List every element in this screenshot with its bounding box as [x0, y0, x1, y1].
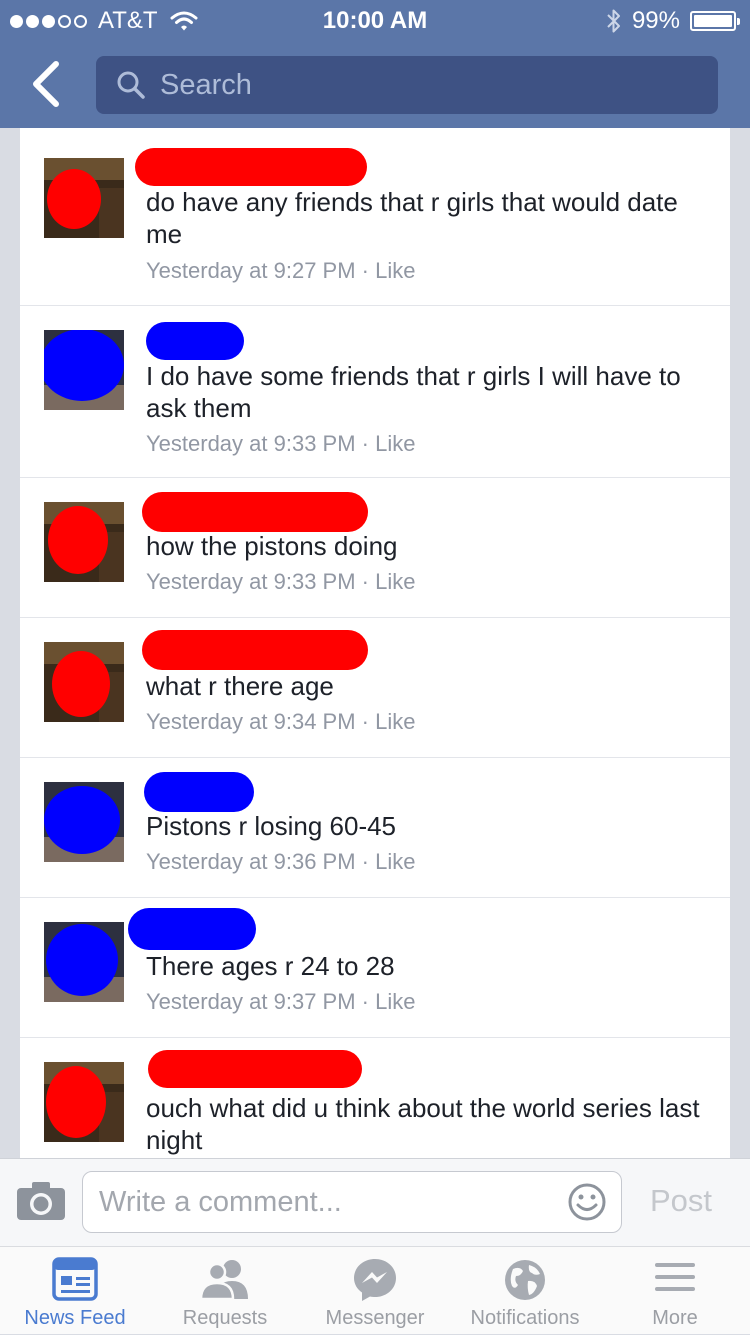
avatar[interactable]: [44, 502, 124, 582]
like-link[interactable]: Like: [375, 849, 415, 874]
redacted-name[interactable]: [142, 492, 368, 532]
comment-item: There ages r 24 to 28 Yesterday at 9:37 …: [20, 897, 730, 1037]
avatar[interactable]: [44, 782, 124, 862]
navigation-row: Search: [0, 40, 750, 128]
battery-icon: [690, 11, 740, 31]
tab-messenger[interactable]: Messenger: [300, 1247, 450, 1335]
redaction-mark: [47, 169, 101, 229]
search-placeholder: Search: [160, 68, 252, 101]
redacted-name[interactable]: [128, 908, 256, 950]
redacted-name[interactable]: [146, 322, 244, 360]
comment-text: ouch what did u think about the world se…: [146, 1093, 700, 1155]
comment-timestamp: Yesterday at 9:37 PM: [146, 989, 356, 1014]
tab-news-feed[interactable]: News Feed: [0, 1247, 150, 1335]
post-button[interactable]: Post: [650, 1183, 712, 1219]
comment-text: do have any friends that r girls that wo…: [146, 187, 678, 249]
tab-label: Requests: [182, 1307, 268, 1329]
avatar[interactable]: [44, 922, 124, 1002]
like-link[interactable]: Like: [375, 989, 415, 1014]
redaction-mark: [44, 786, 120, 854]
tab-label: More: [652, 1307, 698, 1329]
like-link[interactable]: Like: [375, 709, 415, 734]
comment-item: I do have some friends that r girls I wi…: [20, 305, 730, 477]
tab-notifications[interactable]: Notifications: [450, 1247, 600, 1335]
smiley-icon: [568, 1183, 606, 1221]
globe-icon: [505, 1260, 545, 1300]
tab-bar: News Feed Requests Messenger Notificatio…: [0, 1246, 750, 1334]
camera-button[interactable]: [16, 1181, 66, 1226]
redaction-mark: [48, 506, 108, 574]
redacted-name[interactable]: [135, 148, 367, 186]
avatar[interactable]: [44, 1062, 124, 1142]
redaction-mark: [46, 1066, 106, 1138]
comment-item: how the pistons doing Yesterday at 9:33 …: [20, 477, 730, 617]
back-button[interactable]: [26, 58, 70, 110]
comment-timestamp: Yesterday at 9:27 PM: [146, 258, 356, 283]
comment-text: Pistons r losing 60-45: [146, 811, 397, 841]
messenger-icon: [354, 1259, 396, 1301]
tab-requests[interactable]: Requests: [150, 1247, 300, 1335]
comment-text: what r there age: [146, 671, 334, 701]
status-right: 99%: [606, 7, 740, 35]
like-link[interactable]: Like: [375, 258, 415, 283]
like-link[interactable]: Like: [375, 431, 415, 456]
comment-item: do have any friends that r girls that wo…: [20, 128, 730, 305]
redacted-name[interactable]: [148, 1050, 362, 1088]
search-icon: [117, 71, 145, 99]
tab-more[interactable]: More: [600, 1247, 750, 1335]
comment-text: There ages r 24 to 28: [146, 951, 395, 981]
search-input[interactable]: Search: [96, 56, 718, 114]
status-bar: AT&T 10:00 AM 99%: [0, 0, 750, 40]
comment-thread: do have any friends that r girls that wo…: [20, 128, 730, 1158]
comment-placeholder: Write a comment...: [99, 1186, 342, 1218]
friend-requests-icon: [199, 1260, 248, 1301]
comment-meta: Yesterday at 9:33 PM · Like: [146, 431, 416, 456]
battery-level-fill: [694, 15, 732, 27]
avatar[interactable]: [44, 642, 124, 722]
comment-meta: Yesterday at 9:33 PM · Like: [146, 569, 416, 594]
tab-label: Notifications: [470, 1307, 580, 1329]
comment-meta: Yesterday at 9:34 PM · Like: [146, 709, 416, 734]
menu-icon: [655, 1263, 695, 1291]
comment-meta: Yesterday at 9:36 PM · Like: [146, 849, 416, 874]
comment-timestamp: Yesterday at 9:34 PM: [146, 709, 356, 734]
comment-meta: Yesterday at 9:37 PM · Like: [146, 989, 416, 1014]
tab-label: Messenger: [325, 1307, 425, 1329]
bluetooth-icon: [607, 9, 620, 33]
comment-input[interactable]: Write a comment...: [82, 1171, 622, 1233]
comment-timestamp: Yesterday at 9:36 PM: [146, 849, 356, 874]
battery-percentage: 99%: [631, 7, 680, 34]
like-link[interactable]: Like: [375, 569, 415, 594]
comment-item: what r there age Yesterday at 9:34 PM · …: [20, 617, 730, 757]
redaction-mark: [52, 651, 110, 717]
tab-label: News Feed: [24, 1307, 126, 1329]
camera-icon: [17, 1182, 65, 1220]
comment-timestamp: Yesterday at 9:33 PM: [146, 431, 356, 456]
news-feed-icon: [52, 1257, 98, 1301]
comment-meta: Yesterday at 9:27 PM · Like: [146, 258, 416, 283]
comment-item: ouch what did u think about the world se…: [20, 1037, 730, 1158]
comment-text: how the pistons doing: [146, 531, 398, 561]
sticker-button[interactable]: [567, 1182, 607, 1227]
comment-text: I do have some friends that r girls I wi…: [146, 361, 681, 423]
comment-composer: Write a comment... Post: [0, 1158, 750, 1246]
avatar[interactable]: [44, 330, 124, 410]
chevron-left-icon: [33, 61, 59, 107]
redaction-mark: [46, 924, 118, 996]
avatar[interactable]: [44, 158, 124, 238]
top-bar: AT&T 10:00 AM 99% Search: [0, 0, 750, 128]
comment-timestamp: Yesterday at 9:33 PM: [146, 569, 356, 594]
redacted-name[interactable]: [142, 630, 368, 670]
comment-item: Pistons r losing 60-45 Yesterday at 9:36…: [20, 757, 730, 897]
redacted-name[interactable]: [144, 772, 254, 812]
